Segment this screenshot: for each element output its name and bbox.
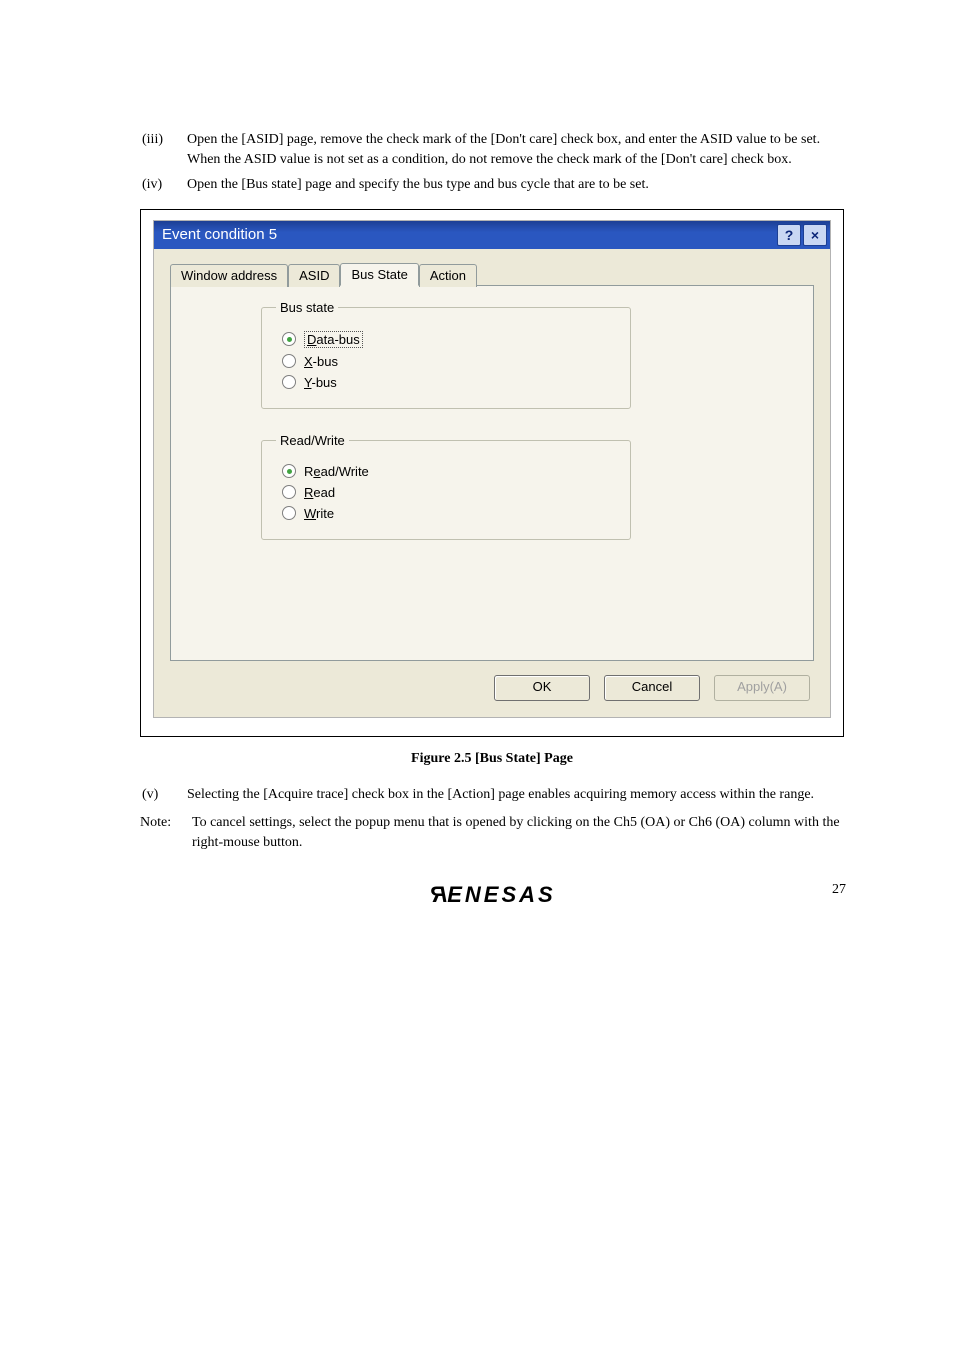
label-rest: -bus	[311, 375, 336, 390]
item-iii-body: Open the [ASID] page, remove the check m…	[187, 130, 844, 171]
close-button[interactable]: ×	[803, 224, 827, 246]
note-text: To cancel settings, select the popup men…	[192, 813, 844, 854]
radio-write-label: Write	[304, 506, 334, 521]
radio-read-write-label: Read/Write	[304, 464, 369, 479]
radio-icon	[282, 332, 296, 346]
mnemonic-w: W	[304, 506, 316, 521]
logo-rest: ENESAS	[447, 882, 555, 907]
read-write-group: Read/Write Read/Write Read Write	[261, 433, 631, 540]
titlebar: Event condition 5 ? ×	[154, 221, 830, 249]
tab-window-address[interactable]: Window address	[170, 264, 288, 287]
figure-caption: Figure 2.5 [Bus State] Page	[140, 751, 844, 767]
radio-write[interactable]: Write	[276, 506, 616, 521]
radio-data-bus-label: Data-bus	[304, 331, 363, 348]
radio-read-write[interactable]: Read/Write	[276, 464, 616, 479]
note-label: Note:	[140, 813, 192, 854]
radio-y-bus[interactable]: Y-bus	[276, 375, 616, 390]
marker-v: (v)	[140, 785, 187, 805]
marker-iii: (iii)	[140, 130, 187, 171]
radio-read-label: Read	[304, 485, 335, 500]
radio-icon	[282, 375, 296, 389]
bus-state-legend: Bus state	[276, 300, 338, 315]
tab-action[interactable]: Action	[419, 264, 477, 287]
mnemonic-d: D	[307, 332, 316, 347]
tab-pane-bus-state: Bus state Data-bus X-bus Y-bus	[170, 285, 814, 661]
label-rest: rite	[316, 506, 334, 521]
help-button[interactable]: ?	[777, 224, 801, 246]
event-condition-dialog: Event condition 5 ? × Window address ASI…	[153, 220, 831, 718]
radio-icon	[282, 354, 296, 368]
radio-read[interactable]: Read	[276, 485, 616, 500]
label-rest: ata-bus	[316, 332, 359, 347]
bus-state-group: Bus state Data-bus X-bus Y-bus	[261, 300, 631, 409]
radio-x-bus-label: X-bus	[304, 354, 338, 369]
logo-r: R	[428, 882, 447, 908]
mnemonic-x: X	[304, 354, 313, 369]
cancel-button[interactable]: Cancel	[604, 675, 700, 701]
radio-icon	[282, 464, 296, 478]
radio-y-bus-label: Y-bus	[304, 375, 337, 390]
label-rest: -bus	[313, 354, 338, 369]
mnemonic-r: R	[304, 485, 313, 500]
read-write-legend: Read/Write	[276, 433, 349, 448]
label-pre: R	[304, 464, 313, 479]
label-rest: ead	[313, 485, 335, 500]
dialog-title: Event condition 5	[162, 226, 777, 243]
item-iii-line2: When the ASID value is not set as a cond…	[187, 152, 792, 167]
radio-data-bus[interactable]: Data-bus	[276, 331, 616, 348]
page-number: 27	[832, 882, 846, 898]
apply-button: Apply(A)	[714, 675, 810, 701]
radio-x-bus[interactable]: X-bus	[276, 354, 616, 369]
marker-iv: (iv)	[140, 175, 187, 195]
ok-button[interactable]: OK	[494, 675, 590, 701]
tab-bus-state[interactable]: Bus State	[340, 263, 418, 286]
tab-asid[interactable]: ASID	[288, 264, 340, 287]
radio-icon	[282, 485, 296, 499]
label-rest: ad/Write	[321, 464, 369, 479]
mnemonic-e: e	[313, 464, 320, 479]
item-iv-body: Open the [Bus state] page and specify th…	[187, 175, 844, 195]
renesas-logo: RENESAS	[140, 882, 844, 908]
dialog-screenshot: Event condition 5 ? × Window address ASI…	[140, 209, 844, 737]
radio-icon	[282, 506, 296, 520]
item-iii-line1: Open the [ASID] page, remove the check m…	[187, 132, 820, 147]
item-v-body: Selecting the [Acquire trace] check box …	[187, 785, 844, 805]
